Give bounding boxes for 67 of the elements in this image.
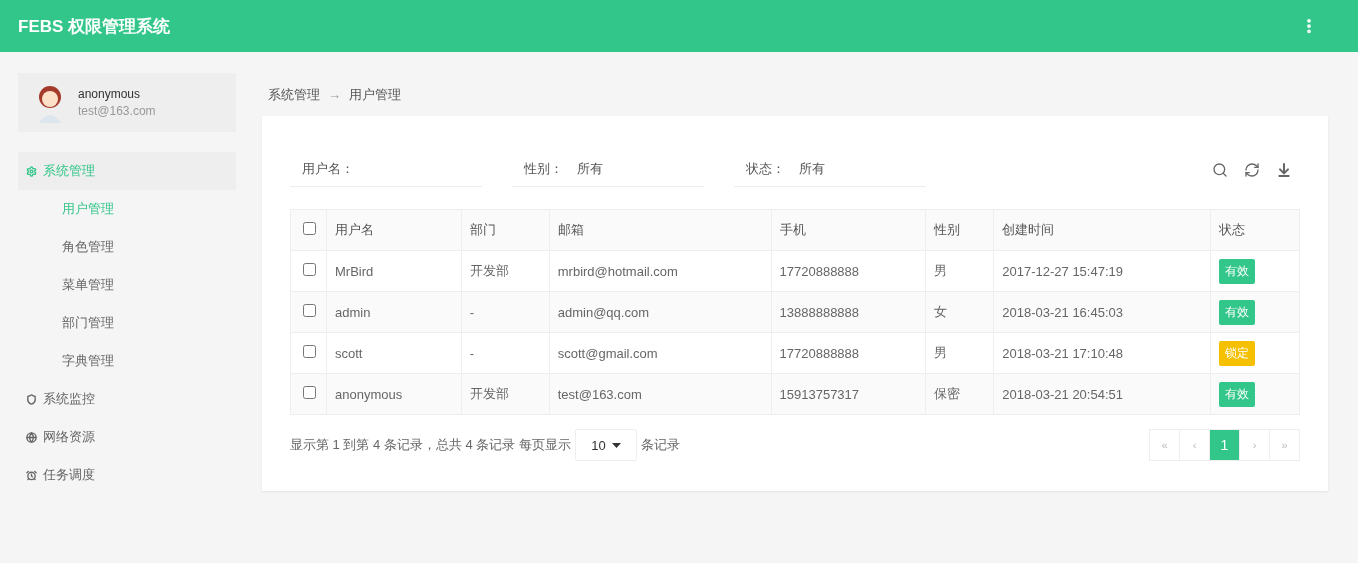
- page-size-select[interactable]: 10: [575, 429, 637, 461]
- column-header: 创建时间: [1002, 222, 1055, 237]
- breadcrumb-current: 用户管理: [349, 85, 401, 104]
- submenu-item[interactable]: 角色管理: [18, 228, 236, 266]
- gear-icon: [26, 165, 37, 177]
- row-checkbox[interactable]: [303, 386, 316, 399]
- row-checkbox[interactable]: [303, 263, 316, 276]
- table-cell: scott@gmail.com: [557, 345, 658, 361]
- table-cell: 女: [934, 304, 948, 319]
- table-cell: 13888888888: [779, 304, 860, 320]
- table-cell: 开发部: [469, 263, 509, 278]
- table-cell: -: [469, 304, 475, 320]
- filter-field[interactable]: 性别： 所有: [512, 152, 704, 187]
- table-cell: 男: [934, 263, 948, 278]
- table-cell: 开发部: [469, 386, 509, 401]
- caret-icon: [611, 442, 621, 448]
- shield-icon: [26, 393, 37, 405]
- table-cell: admin: [335, 304, 371, 320]
- table-cell: mrbird@hotmail.com: [557, 263, 678, 279]
- table-cell: 保密: [934, 386, 961, 401]
- filter-field[interactable]: 状态： 所有: [734, 152, 926, 187]
- column-header: 部门: [469, 222, 496, 237]
- table-cell: 17720888888: [779, 345, 860, 361]
- app-title: FEBS 权限管理系统: [18, 15, 171, 38]
- table-cell: 2018-03-21 20:54:51: [1002, 386, 1123, 402]
- table-cell: 2017-12-27 15:47:19: [1002, 263, 1123, 279]
- column-header: 邮箱: [557, 222, 584, 237]
- table-cell: MrBird: [335, 263, 374, 279]
- user-name: anonymous: [78, 87, 142, 101]
- table-cell: 15913757317: [779, 386, 860, 402]
- breadcrumb-link[interactable]: 系统管理: [268, 85, 320, 104]
- alarm-clock-icon: [26, 469, 37, 481]
- row-checkbox[interactable]: [303, 345, 316, 358]
- records-label: 条记录: [641, 436, 680, 454]
- submenu-item[interactable]: 菜单管理: [18, 266, 236, 304]
- select-all-checkbox[interactable]: [303, 222, 316, 235]
- menu-item[interactable]: 网络资源: [18, 418, 236, 456]
- menu-item[interactable]: 任务调度: [18, 456, 236, 494]
- status-badge: 有效: [1219, 258, 1256, 284]
- record-summary: 显示第 1 到第 4 条记录，总共 4 条记录 每页显示: [290, 436, 571, 454]
- download-icon[interactable]: [1276, 161, 1292, 178]
- column-header: 性别: [934, 222, 961, 237]
- table-cell: 2018-03-21 16:45:03: [1002, 304, 1123, 320]
- filter-field[interactable]: 用户名：: [290, 152, 482, 187]
- search-icon[interactable]: [1212, 161, 1228, 178]
- table-cell: anonymous: [335, 386, 403, 402]
- row-checkbox[interactable]: [303, 304, 316, 317]
- column-header: 状态: [1219, 222, 1246, 237]
- table-cell: scott: [335, 345, 363, 361]
- menu-item[interactable]: 系统监控: [18, 380, 236, 418]
- table-cell: 17720888888: [779, 263, 860, 279]
- globe-icon: [26, 431, 37, 443]
- column-header: 手机: [779, 222, 806, 237]
- table-cell: -: [469, 345, 475, 361]
- submenu-item[interactable]: 部门管理: [18, 304, 236, 342]
- table-cell: admin@qq.com: [557, 304, 649, 320]
- column-header: 用户名: [335, 222, 374, 237]
- table-cell: 男: [934, 345, 948, 360]
- status-badge: 锁定: [1219, 340, 1256, 366]
- status-badge: 有效: [1219, 299, 1256, 325]
- table-cell: test@163.com: [557, 386, 642, 402]
- user-email: test@163.com: [78, 104, 156, 118]
- breadcrumb-separator: →: [328, 87, 341, 102]
- submenu-item[interactable]: 字典管理: [18, 342, 236, 380]
- status-badge: 有效: [1219, 381, 1256, 407]
- table-cell: 2018-03-21 17:10:48: [1002, 345, 1123, 361]
- refresh-icon[interactable]: [1244, 161, 1260, 178]
